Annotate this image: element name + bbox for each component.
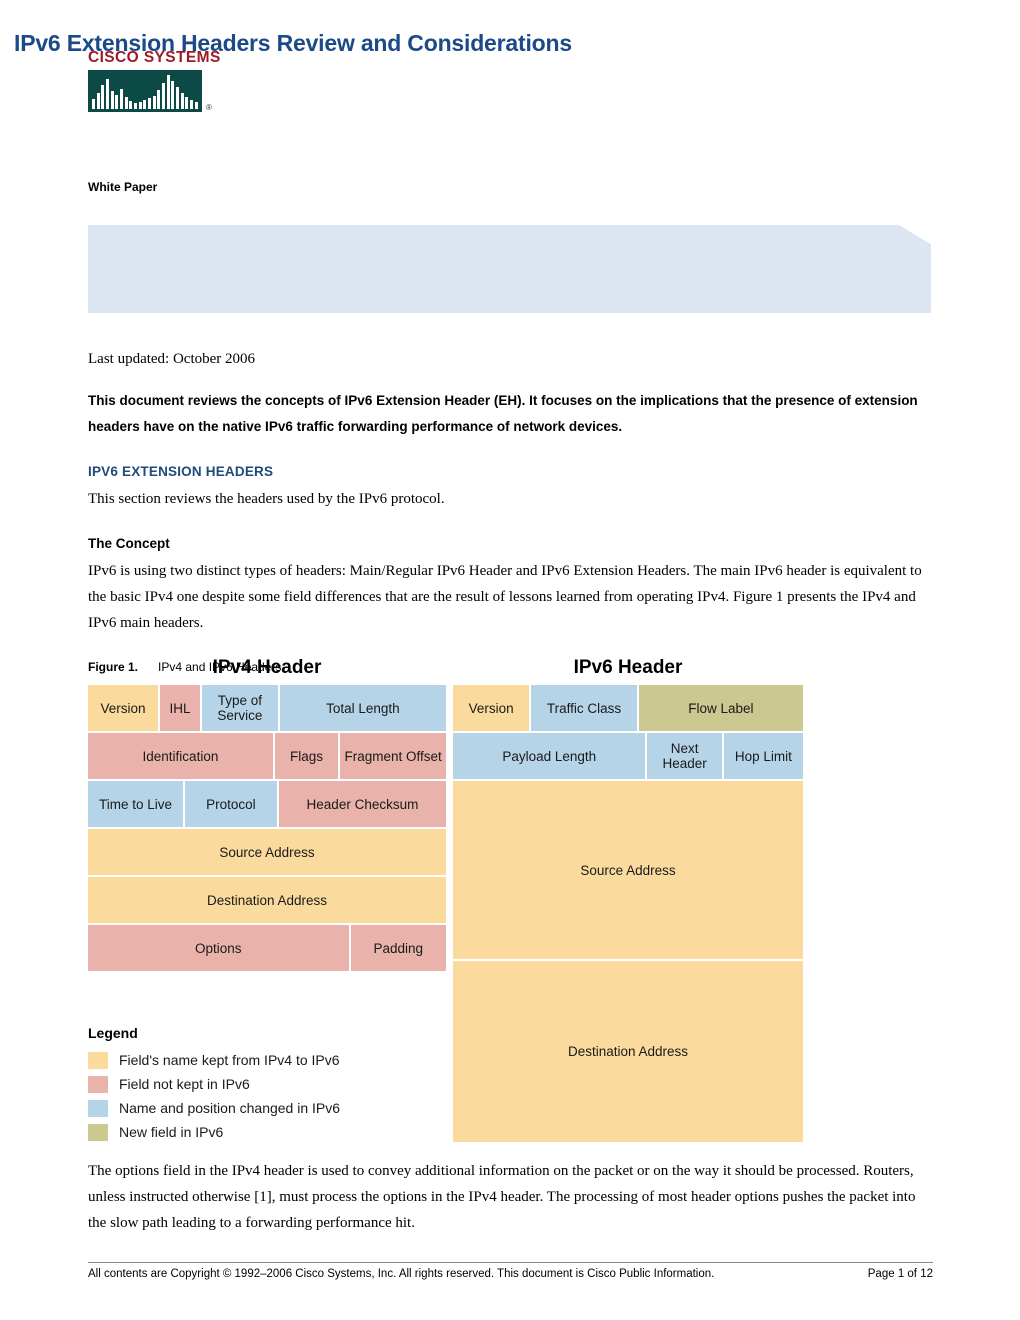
cisco-bridge-bars: [88, 71, 202, 109]
logo-bar: [152, 95, 156, 109]
ipv6-field: Traffic Class: [531, 685, 637, 731]
logo-bar: [92, 98, 95, 109]
ipv4-row: Destination Address: [88, 877, 446, 923]
logo-bar: [120, 88, 124, 109]
legend-item: Field not kept in IPv6: [88, 1072, 418, 1096]
logo-bar: [157, 89, 161, 109]
figure-legend: Legend Field's name kept from IPv4 to IP…: [88, 1025, 418, 1144]
section-heading-ipv6-extension-headers: IPV6 EXTENSION HEADERS: [88, 464, 274, 479]
legend-item: Field's name kept from IPv4 to IPv6: [88, 1048, 418, 1072]
ipv4-field: IHL: [160, 685, 200, 731]
ipv4-field: Source Address: [88, 829, 446, 875]
ipv4-field: Fragment Offset: [340, 733, 447, 779]
logo-bar: [180, 92, 184, 109]
ipv4-field: Total Length: [279, 685, 446, 731]
logo-bar: [101, 84, 105, 109]
page-footer: All contents are Copyright © 1992–2006 C…: [88, 1268, 933, 1280]
ipv4-field: Flags: [274, 733, 339, 779]
ipv4-row: Time to Live Protocol Header Checksum: [88, 781, 446, 827]
ipv6-row: Version Traffic Class Flow Label: [453, 685, 803, 731]
cisco-bridge-mark: [88, 69, 202, 112]
ipv4-row: Options Padding: [88, 925, 446, 971]
cisco-logo: Cisco Systems ®: [88, 50, 220, 112]
logo-bar: [110, 90, 114, 109]
logo-bar: [190, 99, 194, 109]
ipv4-field: Type of Service: [201, 685, 278, 731]
legend-item-label: Name and position changed in IPv6: [119, 1100, 341, 1116]
ipv6-field: Flow Label: [638, 685, 803, 731]
ipv4-field: Identification: [88, 733, 273, 779]
logo-bar: [115, 94, 119, 109]
legend-item: Name and position changed in IPv6: [88, 1096, 418, 1120]
ipv4-field: Time to Live: [88, 781, 183, 827]
ipv4-field: Header Checksum: [278, 781, 446, 827]
document-body: Last updated: October 2006 This document…: [88, 346, 933, 674]
ipv4-field: Protocol: [184, 781, 277, 827]
page-title: IPv6 Extension Headers Review and Consid…: [14, 30, 572, 56]
legend-color-swatch: [88, 1075, 108, 1093]
footer-copyright: All contents are Copyright © 1992–2006 C…: [88, 1268, 715, 1280]
ipv4-row: Version IHL Type of Service Total Length: [88, 685, 446, 731]
legend-item-label: Field's name kept from IPv4 to IPv6: [119, 1052, 340, 1068]
legend-item-label: New field in IPv6: [119, 1124, 224, 1140]
footer-page-number: Page 1 of 12: [867, 1268, 933, 1280]
logo-bar: [148, 97, 152, 109]
registered-trademark-icon: ®: [206, 102, 212, 112]
logo-bar: [171, 80, 175, 109]
footer-divider: [88, 1262, 933, 1263]
ipv6-field: Source Address: [453, 781, 803, 959]
ipv6-row: Source Address: [453, 781, 803, 959]
ipv6-header-diagram: IPv6 Header Version Traffic Class Flow Lab…: [453, 655, 803, 1144]
legend-item: New field in IPv6: [88, 1120, 418, 1144]
concept-paragraph: IPv6 is using two distinct types of head…: [88, 563, 922, 631]
ipv4-field-rows: Version IHL Type of Service Total Length Ide…: [88, 685, 447, 971]
ipv6-field-rows: Version Traffic Class Flow Label Payload Le…: [453, 685, 803, 1142]
logo-bar: [96, 92, 100, 109]
ipv4-field: Options: [88, 925, 349, 971]
ipv4-row: Source Address: [88, 829, 446, 875]
ipv6-field: Destination Address: [453, 961, 803, 1142]
figure-ipv4-ipv6-headers: IPv4 Header Version IHL Type of Service Tot…: [88, 655, 933, 1150]
logo-bar: [166, 74, 170, 109]
logo-bar: [176, 86, 180, 109]
last-updated-line: Last updated: October 2006: [88, 351, 256, 367]
section-intro-paragraph: This section reviews the headers used by…: [88, 491, 445, 507]
legend-items: Field's name kept from IPv4 to IPv6 Field…: [88, 1048, 418, 1144]
ipv4-row: Identification Flags Fragment Offset: [88, 733, 447, 779]
ipv6-diagram-title: IPv6 Header: [573, 657, 683, 678]
ipv4-header-diagram: IPv4 Header Version IHL Type of Service Tot…: [88, 655, 447, 973]
legend-item-label: Field not kept in IPv6: [119, 1076, 250, 1092]
legend-title: Legend: [88, 1025, 138, 1041]
logo-bar: [185, 96, 189, 109]
logo-bar: [194, 101, 198, 109]
logo-bar: [162, 82, 166, 109]
logo-bar: [138, 101, 142, 109]
abstract-paragraph: This document reviews the concepts of IP…: [88, 393, 918, 434]
title-banner: [88, 225, 931, 313]
ipv6-row: Payload Length Next Header Hop Limit: [453, 733, 803, 779]
ipv6-field: Next Header: [647, 733, 722, 779]
closing-paragraph: The options field in the IPv4 header is …: [88, 1163, 916, 1231]
ipv6-field: Payload Length: [453, 733, 646, 779]
logo-bar: [106, 78, 110, 109]
legend-color-swatch: [88, 1051, 108, 1069]
ipv4-field: Padding: [350, 925, 446, 971]
legend-color-swatch: [88, 1099, 108, 1117]
logo-bar: [129, 100, 133, 109]
ipv6-field: Version: [453, 685, 530, 731]
ipv4-diagram-title: IPv4 Header: [212, 657, 322, 678]
ipv6-field: Hop Limit: [723, 733, 803, 779]
legend-color-swatch: [88, 1123, 108, 1141]
subsection-heading-the-concept: The Concept: [88, 536, 170, 551]
logo-bar: [124, 96, 128, 109]
document-type-label: White Paper: [88, 180, 158, 194]
closing-paragraph-wrap: The options field in the IPv4 header is …: [88, 1158, 933, 1236]
ipv6-row: Destination Address: [453, 961, 803, 1142]
ipv4-field: Destination Address: [88, 877, 446, 923]
logo-bar: [134, 102, 138, 109]
logo-bar: [143, 99, 147, 109]
ipv4-field: Version: [88, 685, 159, 731]
